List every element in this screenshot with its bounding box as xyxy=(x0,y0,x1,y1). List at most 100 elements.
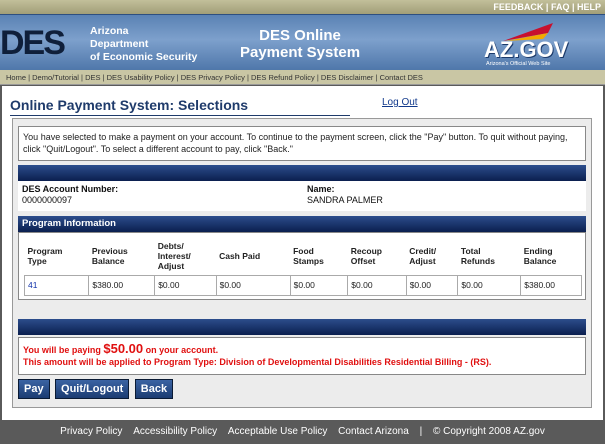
cell-value: $380.00 xyxy=(92,280,124,290)
column-header: Cash Paid xyxy=(216,237,290,275)
nav-usability[interactable]: DES Usability Policy xyxy=(107,73,175,82)
payment-amount: $50.00 xyxy=(103,341,144,356)
account-label: DES Account Number: xyxy=(22,184,119,194)
app-title: DES Online Payment System xyxy=(230,27,370,61)
program-table: Program Type Previous Balance Debts/Interest… xyxy=(23,237,582,296)
table-row: 41 $380.00 $0.00 $0.00 $0.00 $0.00 $0.00 $0.00 $… xyxy=(23,274,582,296)
azgov-text: AZ.GOV xyxy=(484,37,569,62)
program-info-header: Program Information xyxy=(18,216,586,232)
footer-acceptable-use[interactable]: Acceptable Use Policy xyxy=(228,426,328,437)
cell-value: $0.00 xyxy=(409,280,431,290)
nav-disclaimer[interactable]: DES Disclaimer xyxy=(321,73,374,82)
table-cell: 41 xyxy=(23,274,90,296)
app-title-line: Payment System xyxy=(239,44,361,61)
footer-contact[interactable]: Contact Arizona xyxy=(338,426,409,437)
help-link[interactable]: HELP xyxy=(577,2,601,12)
cell-value: $380.00 xyxy=(524,280,555,290)
column-header-line: Adjust xyxy=(157,260,185,271)
divider-bar xyxy=(18,165,586,181)
column-header-line: Debts/ xyxy=(157,240,184,251)
nav-demo[interactable]: Demo/Tutorial xyxy=(32,73,79,82)
table-cell: $0.00 xyxy=(347,274,407,296)
nav-refund[interactable]: DES Refund Policy xyxy=(251,73,315,82)
column-header-line: Previous xyxy=(91,245,128,256)
footer-copyright: © Copyright 2008 AZ.gov xyxy=(432,426,545,437)
action-buttons: Pay Quit/Logout Back xyxy=(18,379,174,399)
column-header-line: Credit/ xyxy=(409,245,437,256)
nav-bar: Home | Demo/Tutorial | DES | DES Usabili… xyxy=(0,70,605,85)
column-header-line: Balance xyxy=(91,255,125,266)
column-header-line: Balance xyxy=(523,255,557,266)
app-title-line: DES Online xyxy=(259,27,341,44)
program-type-link[interactable]: 41 xyxy=(28,280,37,290)
nav-contact[interactable]: Contact DES xyxy=(380,73,423,82)
nav-privacy[interactable]: DES Privacy Policy xyxy=(181,73,245,82)
main-content: Online Payment System: Selections Log Ou… xyxy=(2,86,603,420)
table-cell: $380.00 xyxy=(88,274,156,296)
name-label: Name: xyxy=(307,184,335,194)
cell-value: $0.00 xyxy=(461,280,483,290)
instructions: You have selected to make a payment on y… xyxy=(18,126,586,161)
dept-line: Arizona xyxy=(90,25,129,37)
feedback-link[interactable]: FEEDBACK xyxy=(493,2,543,12)
table-cell: $0.00 xyxy=(457,274,522,296)
account-name: SANDRA PALMER xyxy=(307,195,383,205)
column-header: Recoup Offset xyxy=(348,237,406,275)
column-header-line: Cash Paid xyxy=(219,250,261,261)
dept-line: of Economic Security xyxy=(90,51,198,63)
quit-logout-button[interactable]: Quit/Logout xyxy=(55,379,130,399)
column-header-line: Type xyxy=(27,255,47,266)
department-name: Arizona Department of Economic Security xyxy=(90,25,197,64)
footer: Privacy Policy Accessibility Policy Acce… xyxy=(0,420,605,444)
back-button[interactable]: Back xyxy=(134,379,174,399)
table-cell: $0.00 xyxy=(405,274,459,296)
column-header-line: Ending xyxy=(523,245,553,256)
column-header: Credit/Adjust xyxy=(406,237,458,275)
cell-value: $0.00 xyxy=(158,280,180,290)
azgov-logo[interactable]: AZ.GOV Arizona's Official Web Site xyxy=(478,23,588,69)
column-header-line: Refunds xyxy=(460,255,495,266)
column-header-line: Offset xyxy=(350,255,376,266)
column-header-line: Interest/ xyxy=(157,250,191,261)
table-cell: $380.00 xyxy=(520,274,582,296)
column-header: Program Type xyxy=(25,237,89,275)
page-title: Online Payment System: Selections xyxy=(10,97,249,113)
nav-home[interactable]: Home xyxy=(6,73,26,82)
program-applied-message: This amount will be applied to Program T… xyxy=(23,357,492,367)
account-number: 0000000097 xyxy=(22,195,73,205)
footer-separator: | xyxy=(419,426,423,437)
des-logo[interactable]: DES xyxy=(0,23,82,63)
top-links-bar: FEEDBACK | FAQ | HELP xyxy=(0,0,605,14)
column-header-line: Recoup xyxy=(350,245,382,256)
cell-value: $0.00 xyxy=(351,280,373,290)
logout-link[interactable]: Log Out xyxy=(382,97,418,108)
program-table-wrap: Program Type Previous Balance Debts/Interest… xyxy=(18,232,586,300)
pay-button[interactable]: Pay xyxy=(18,379,50,399)
table-cell: $0.00 xyxy=(215,274,291,296)
azgov-tagline: Arizona's Official Web Site xyxy=(486,61,551,67)
column-header: Ending Balance xyxy=(521,237,582,275)
footer-accessibility[interactable]: Accessibility Policy xyxy=(133,426,217,437)
selection-panel: You have selected to make a payment on y… xyxy=(12,118,592,408)
column-header: Food Stamps xyxy=(290,237,348,275)
nav-des[interactable]: DES xyxy=(85,73,100,82)
cell-value: $0.00 xyxy=(293,280,315,290)
column-header-line: Total xyxy=(460,245,481,256)
cell-value: $0.00 xyxy=(219,280,241,290)
divider-bar xyxy=(18,319,586,335)
site-header: DES Arizona Department of Economic Secur… xyxy=(0,14,605,70)
column-header-line: Adjust xyxy=(409,255,436,266)
faq-link[interactable]: FAQ xyxy=(551,2,570,12)
column-header-line: Food xyxy=(293,245,314,256)
footer-privacy[interactable]: Privacy Policy xyxy=(60,426,122,437)
column-header-line: Stamps xyxy=(293,255,324,266)
column-header: Total Refunds xyxy=(458,237,521,275)
title-underline xyxy=(10,115,350,116)
column-header-line: Program xyxy=(27,245,63,256)
table-cell: $0.00 xyxy=(154,274,217,296)
payment-message: You will be paying $50.00 on your accoun… xyxy=(18,337,586,375)
column-header: Debts/Interest/Adjust xyxy=(155,237,216,275)
msg-post: on your account. xyxy=(145,345,219,355)
dept-line: Department xyxy=(90,38,149,50)
msg-pre: You will be paying xyxy=(23,345,101,355)
